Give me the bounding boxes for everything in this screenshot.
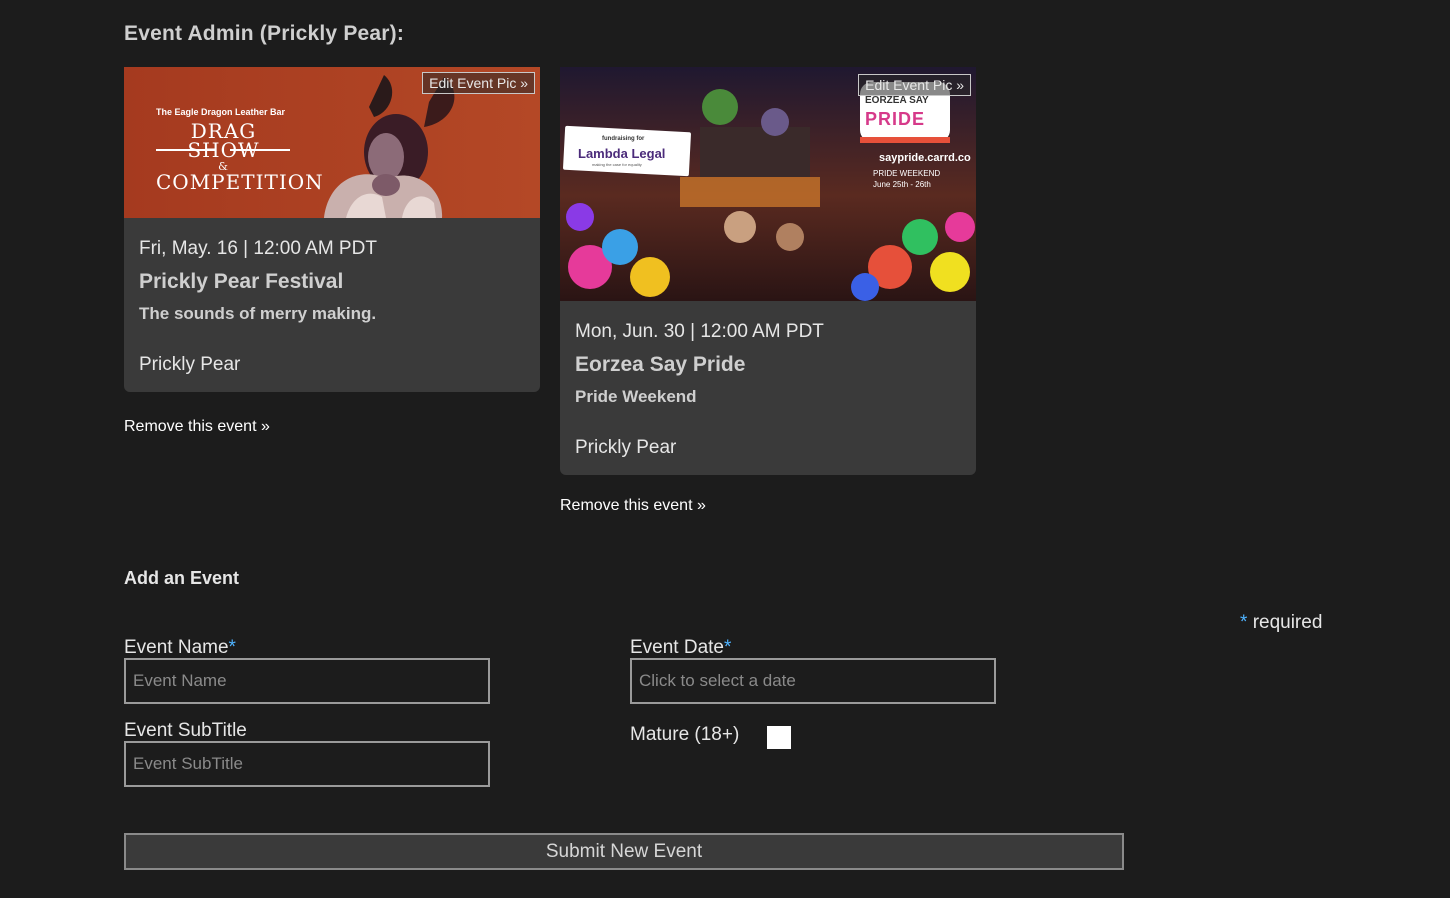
event-body: Fri, May. 16 | 12:00 AM PDT Prickly Pear… [124,218,540,392]
event-venue: Prickly Pear [139,354,241,375]
event-name-label: Event Name* [124,637,236,658]
divider [156,149,216,151]
event-title: Prickly Pear Festival [139,270,344,293]
pride-logo: PRIDE [865,109,926,129]
event-card: fundraising for Lambda Legal making the … [560,67,976,475]
pride-url: saypride.carrd.co [879,152,971,164]
event-subtitle: Pride Weekend [575,387,697,406]
event-image: fundraising for Lambda Legal making the … [560,67,976,301]
event-subtitle-input[interactable] [124,741,490,787]
image-caption-small: The Eagle Dragon Leather Bar [156,107,286,117]
event-date-input[interactable] [630,658,996,704]
mature-label: Mature (18+) [630,724,740,745]
fundraising-label: fundraising for [602,136,645,142]
event-card: The Eagle Dragon Leather Bar DRAG SHOW &… [124,67,540,392]
remove-event-link[interactable]: Remove this event » [124,418,270,436]
pride-weekend-label: PRIDE WEEKEND [873,169,941,178]
edit-event-pic-button[interactable]: Edit Event Pic » [422,72,535,94]
eorzea-logo-top: EORZEA SAY [865,95,929,106]
event-subtitle: The sounds of merry making. [139,304,377,323]
event-date-label: Event Date* [630,637,732,658]
edit-event-pic-button[interactable]: Edit Event Pic » [858,74,971,96]
mature-checkbox[interactable] [767,726,791,749]
page-title: Event Admin (Prickly Pear): [124,22,405,45]
event-title: Eorzea Say Pride [575,353,746,376]
event-image: The Eagle Dragon Leather Bar DRAG SHOW &… [124,67,540,218]
event-subtitle-label: Event SubTitle [124,720,247,741]
pride-dates: June 25th - 26th [873,180,931,189]
event-datetime: Fri, May. 16 | 12:00 AM PDT [139,238,377,259]
event-name-input[interactable] [124,658,490,704]
image-caption-title: DRAG SHOW & COMPETITION [156,119,324,194]
required-note: * required [1240,612,1322,634]
add-event-heading: Add an Event [124,568,240,588]
event-venue: Prickly Pear [575,437,677,458]
event-body: Mon, Jun. 30 | 12:00 AM PDT Eorzea Say P… [560,301,976,475]
required-star: * [228,637,236,658]
required-star: * [1240,612,1248,633]
divider [230,149,290,151]
required-text: required [1252,612,1323,633]
event-datetime: Mon, Jun. 30 | 12:00 AM PDT [575,321,824,342]
required-star: * [724,637,732,658]
lambda-legal-logo: Lambda Legal [578,146,666,161]
submit-new-event-button[interactable]: Submit New Event [124,833,1124,870]
remove-event-link[interactable]: Remove this event » [560,497,706,515]
lambda-legal-tagline: making the case for equality [592,162,642,167]
